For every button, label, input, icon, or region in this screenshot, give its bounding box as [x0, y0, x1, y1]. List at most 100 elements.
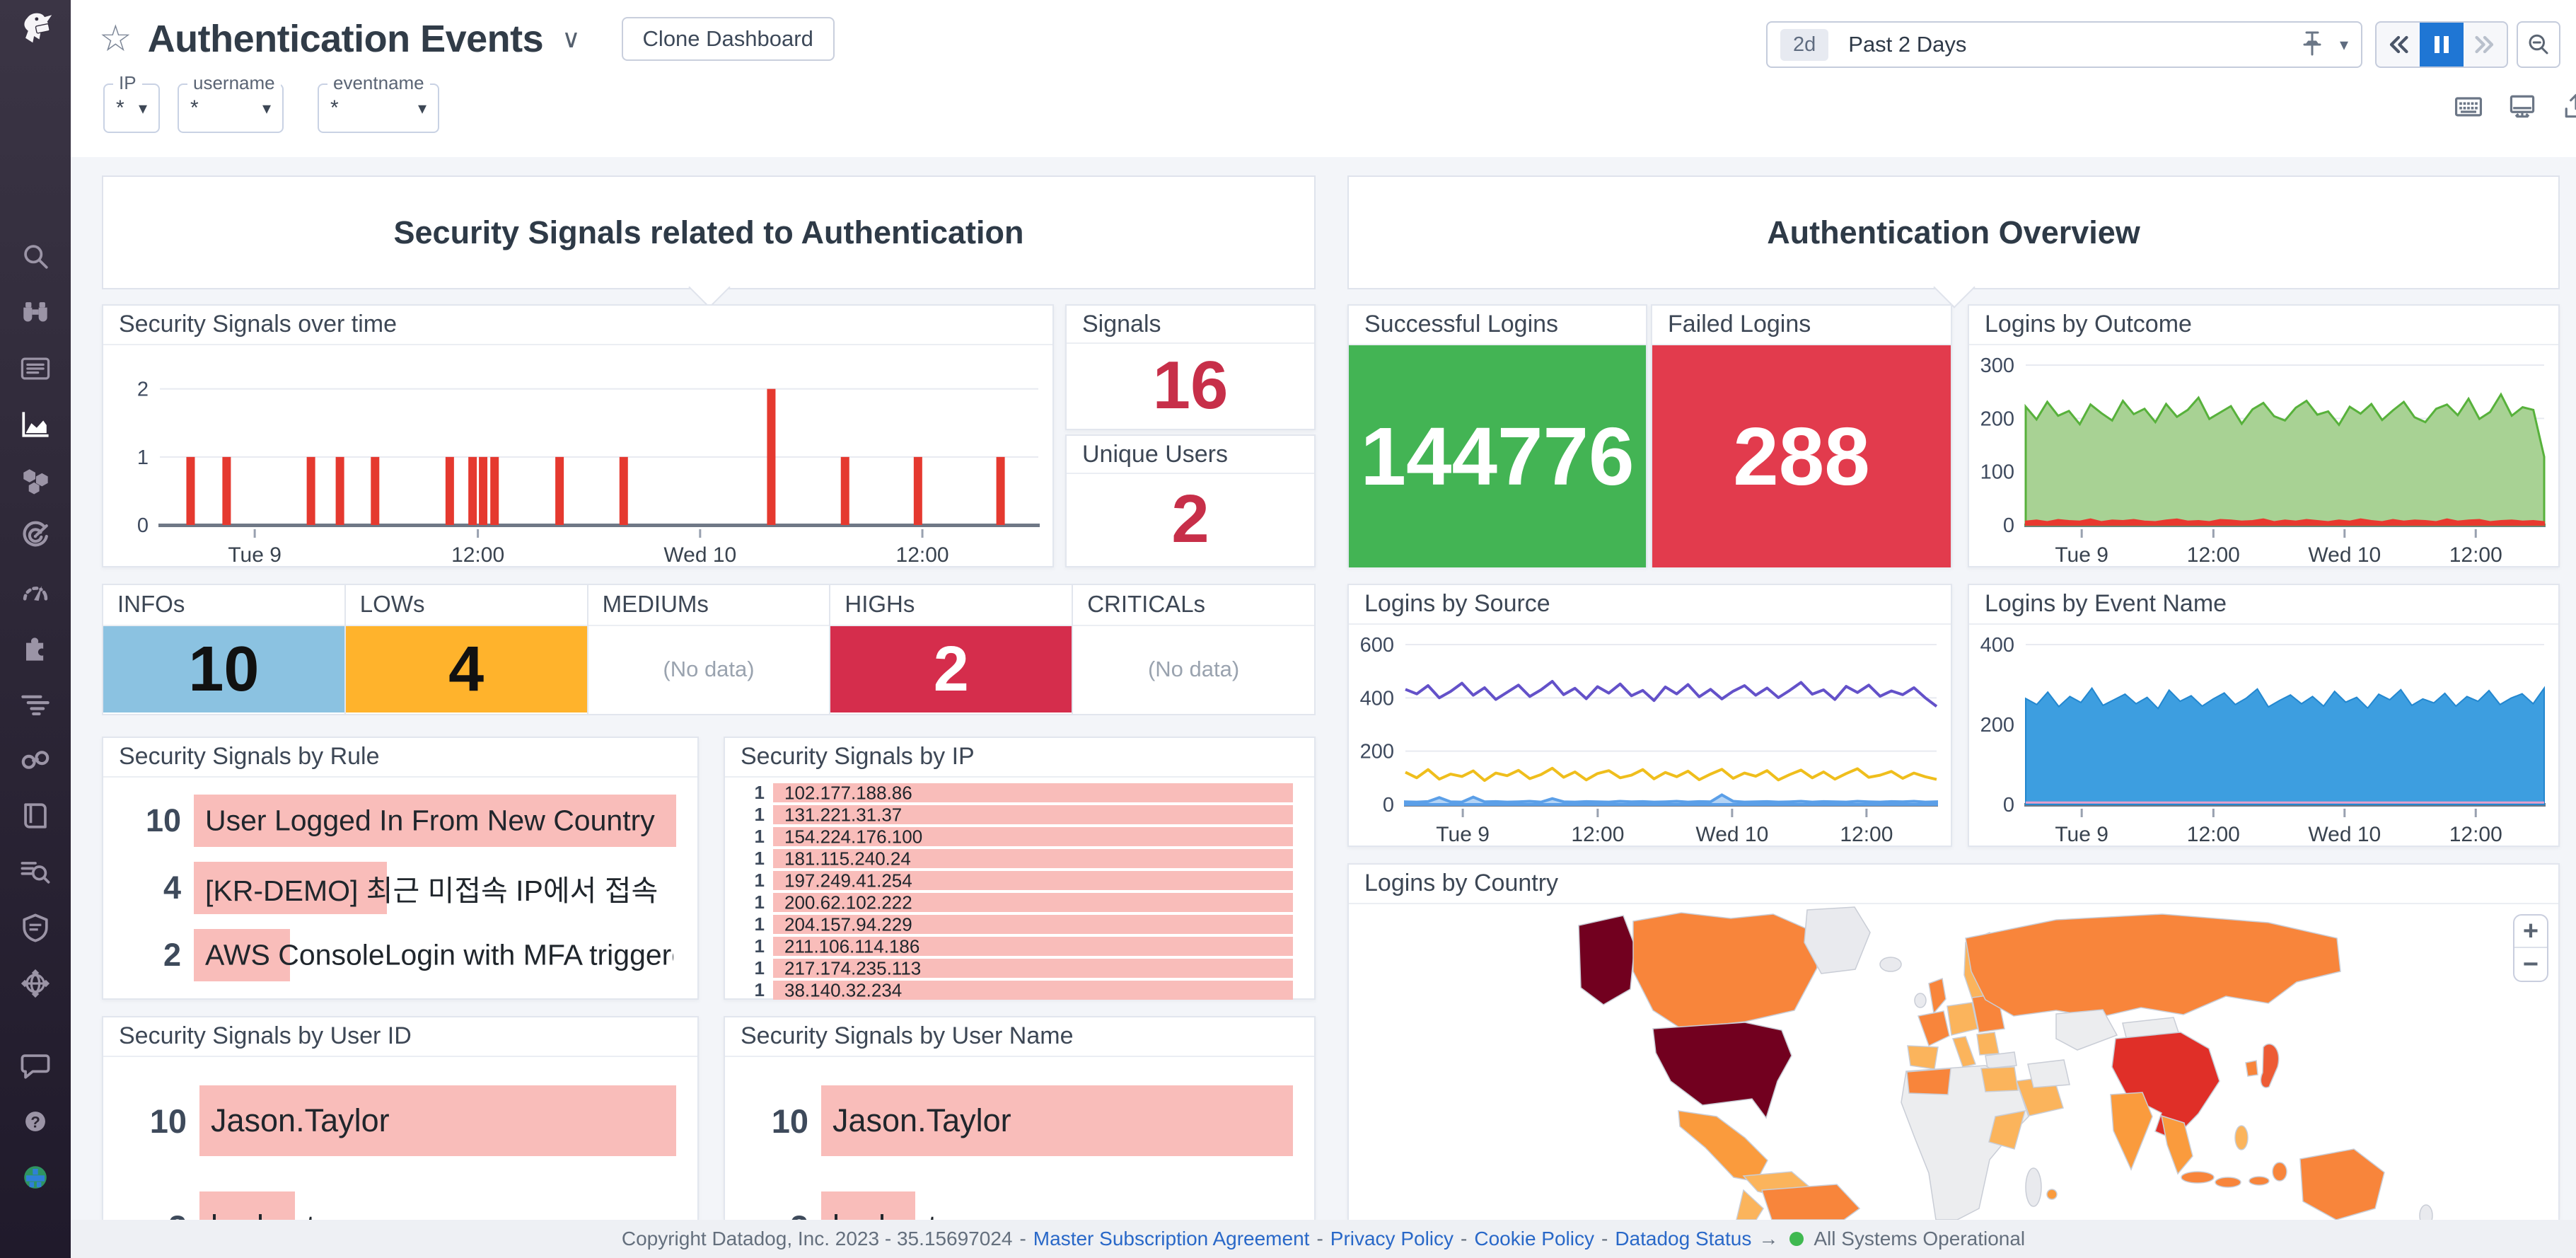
map-zoom-in-button[interactable]: + [2514, 916, 2547, 948]
widget-signals-by-ip[interactable]: Security Signals by IP 1102.177.188.8611… [724, 737, 1316, 1000]
user-avatar[interactable] [16, 1158, 55, 1197]
widget-title: Security Signals by Rule [103, 738, 697, 778]
toplist-row[interactable]: 138.140.32.234 [739, 981, 1293, 1000]
template-var-eventname[interactable]: eventname *▾ [318, 83, 439, 133]
widget-logins-by-event-name[interactable]: Logins by Event Name 0200400Tue 912:00We… [1968, 584, 2560, 847]
zoom-out-button[interactable] [2517, 21, 2560, 68]
toplist-bar-track: 131.221.31.37 [773, 805, 1293, 824]
toplist-row[interactable]: 1200.62.102.222 [739, 893, 1293, 912]
feedback-chat-icon[interactable] [16, 1046, 55, 1085]
toplist-bar-track: 154.224.176.100 [773, 827, 1293, 846]
severity-tile-infos[interactable]: INFOs10 [102, 584, 346, 715]
toplist-row[interactable]: 2AWS ConsoleLogin with MFA triggered I..… [122, 929, 676, 981]
toplist-row[interactable]: 1217.174.235.113 [739, 959, 1293, 978]
apm-target-icon[interactable] [16, 517, 55, 556]
infrastructure-hexagons-icon[interactable] [16, 461, 55, 500]
severity-tile-mediums[interactable]: MEDIUMs(No data) [587, 584, 831, 715]
rewind-button[interactable] [2377, 23, 2420, 67]
toplist-by-user-name: 10Jason.Taylor 2bad.actor [725, 1057, 1314, 1220]
toplist-row[interactable]: 4[KR-DEMO] 최근 미접속 IP에서 접속 [122, 862, 676, 914]
toplist-row[interactable]: 1154.224.176.100 [739, 827, 1293, 846]
dashboards-gauge-icon[interactable] [16, 572, 55, 612]
svg-text:0: 0 [1383, 794, 1394, 816]
widget-logins-by-country[interactable]: Logins by Country [1347, 863, 2560, 1220]
template-var-ip-label: IP [113, 72, 142, 94]
favorite-star-icon[interactable]: ☆ [99, 21, 132, 57]
tv-mode-icon[interactable] [2507, 91, 2538, 122]
toplist-row[interactable]: 10Jason.Taylor [122, 1085, 676, 1156]
template-var-username[interactable]: username *▾ [178, 83, 284, 133]
footer-link-master-subscription-agreement[interactable]: Master Subscription Agreement [1033, 1228, 1310, 1250]
help-icon[interactable]: ? [16, 1102, 55, 1141]
toplist-row[interactable]: 1211.106.114.186 [739, 937, 1293, 956]
severity-tile-value: (No data) [588, 626, 830, 712]
log-explorer-search-icon[interactable] [16, 852, 55, 891]
toplist-bar-track: 181.115.240.24 [773, 849, 1293, 868]
watchdog-binoculars-icon[interactable] [16, 293, 55, 333]
share-export-icon[interactable] [2560, 91, 2576, 122]
template-var-ip[interactable]: IP *▾ [103, 83, 160, 133]
successful-logins-value: 144776 [1349, 345, 1646, 567]
time-range-label: Past 2 Days [1848, 32, 2300, 57]
toplist-count: 10 [122, 802, 181, 839]
toplist-count: 4 [122, 870, 181, 906]
footer-link-datadog-status[interactable]: Datadog Status [1615, 1228, 1751, 1250]
failed-logins-value: 288 [1652, 345, 1951, 567]
security-shield-icon[interactable] [16, 908, 55, 947]
severity-tile-title: INFOs [103, 585, 344, 626]
widget-unique-users[interactable]: Unique Users 2 [1065, 434, 1316, 567]
metrics-chart-icon-active[interactable] [16, 405, 55, 444]
widget-logins-by-outcome[interactable]: Logins by Outcome 0100200300Tue 912:00We… [1968, 304, 2560, 567]
widget-title: Successful Logins [1349, 306, 1646, 345]
clone-dashboard-button[interactable]: Clone Dashboard [622, 17, 835, 61]
pause-button[interactable] [2420, 23, 2463, 67]
toplist-count: 1 [739, 804, 765, 826]
svg-text:12:00: 12:00 [2187, 543, 2240, 566]
toplist-label: 197.249.41.254 [784, 870, 912, 891]
network-globe-icon[interactable] [16, 964, 55, 1003]
title-chevron-down-icon[interactable]: ∨ [562, 24, 580, 54]
severity-tile-highs[interactable]: HIGHs2 [829, 584, 1073, 715]
toplist-row[interactable]: 1102.177.188.86 [739, 783, 1293, 802]
widget-logins-by-source[interactable]: Logins by Source 0200400600Tue 912:00Wed… [1347, 584, 1952, 847]
keyboard-shortcuts-icon[interactable] [2453, 91, 2484, 122]
widget-signals-count[interactable]: Signals 16 [1065, 304, 1316, 430]
footer-link-cookie-policy[interactable]: Cookie Policy [1474, 1228, 1594, 1250]
datadog-logo-icon[interactable] [16, 7, 55, 47]
footer-link-privacy-policy[interactable]: Privacy Policy [1330, 1228, 1454, 1250]
logs-pipeline-icon[interactable] [16, 684, 55, 724]
pin-icon[interactable] [2300, 29, 2324, 61]
toplist-row[interactable]: 1 131.221.31.37 [739, 805, 1293, 824]
notebooks-icon[interactable] [16, 796, 55, 836]
widget-signals-by-user-id[interactable]: Security Signals by User ID 10Jason.Tayl… [102, 1016, 699, 1220]
toplist-row[interactable]: 1181.115.240.24 [739, 849, 1293, 868]
toplist-row[interactable]: 2bad.actor [743, 1191, 1293, 1220]
choropleth-world-map[interactable] [1349, 904, 2558, 1220]
caret-down-icon[interactable]: ▾ [2340, 35, 2348, 55]
toplist-row[interactable]: 1197.249.41.254 [739, 871, 1293, 890]
integrations-puzzle-icon[interactable] [16, 628, 55, 668]
synthetics-link-icon[interactable] [16, 740, 55, 780]
map-zoom-out-button[interactable]: − [2514, 948, 2547, 981]
severity-tile-criticals[interactable]: CRITICALs(No data) [1072, 584, 1316, 715]
severity-tile-title: MEDIUMs [588, 585, 830, 626]
widget-security-signals-over-time[interactable]: Security Signals over time 012Tue 912:00… [102, 304, 1054, 567]
map-zoom-controls: + − [2513, 914, 2548, 982]
forward-button-disabled[interactable] [2464, 23, 2507, 67]
svg-text:Tue 9: Tue 9 [2055, 823, 2108, 846]
footer-status-text: All Systems Operational [1814, 1228, 2025, 1250]
widget-signals-by-rule[interactable]: Security Signals by Rule 10User Logged I… [102, 737, 699, 1000]
toplist-row[interactable]: 10User Logged In From New Country [122, 795, 676, 847]
search-icon[interactable] [16, 237, 55, 277]
events-list-icon[interactable] [16, 349, 55, 388]
widget-failed-logins[interactable]: Failed Logins 288 [1651, 304, 1952, 567]
svg-text:12:00: 12:00 [1840, 823, 1893, 846]
widget-successful-logins[interactable]: Successful Logins 144776 [1347, 304, 1647, 567]
severity-tile-lows[interactable]: LOWs4 [344, 584, 588, 715]
toplist-row[interactable]: 1204.157.94.229 [739, 915, 1293, 934]
widget-signals-by-user-name[interactable]: Security Signals by User Name 10Jason.Ta… [724, 1016, 1316, 1220]
time-range-picker[interactable]: 2d Past 2 Days ▾ [1766, 21, 2362, 68]
toplist-row[interactable]: 10Jason.Taylor [743, 1085, 1293, 1156]
toplist-row[interactable]: 2bad.actor [122, 1191, 676, 1220]
footer-separator: - [1461, 1228, 1467, 1250]
